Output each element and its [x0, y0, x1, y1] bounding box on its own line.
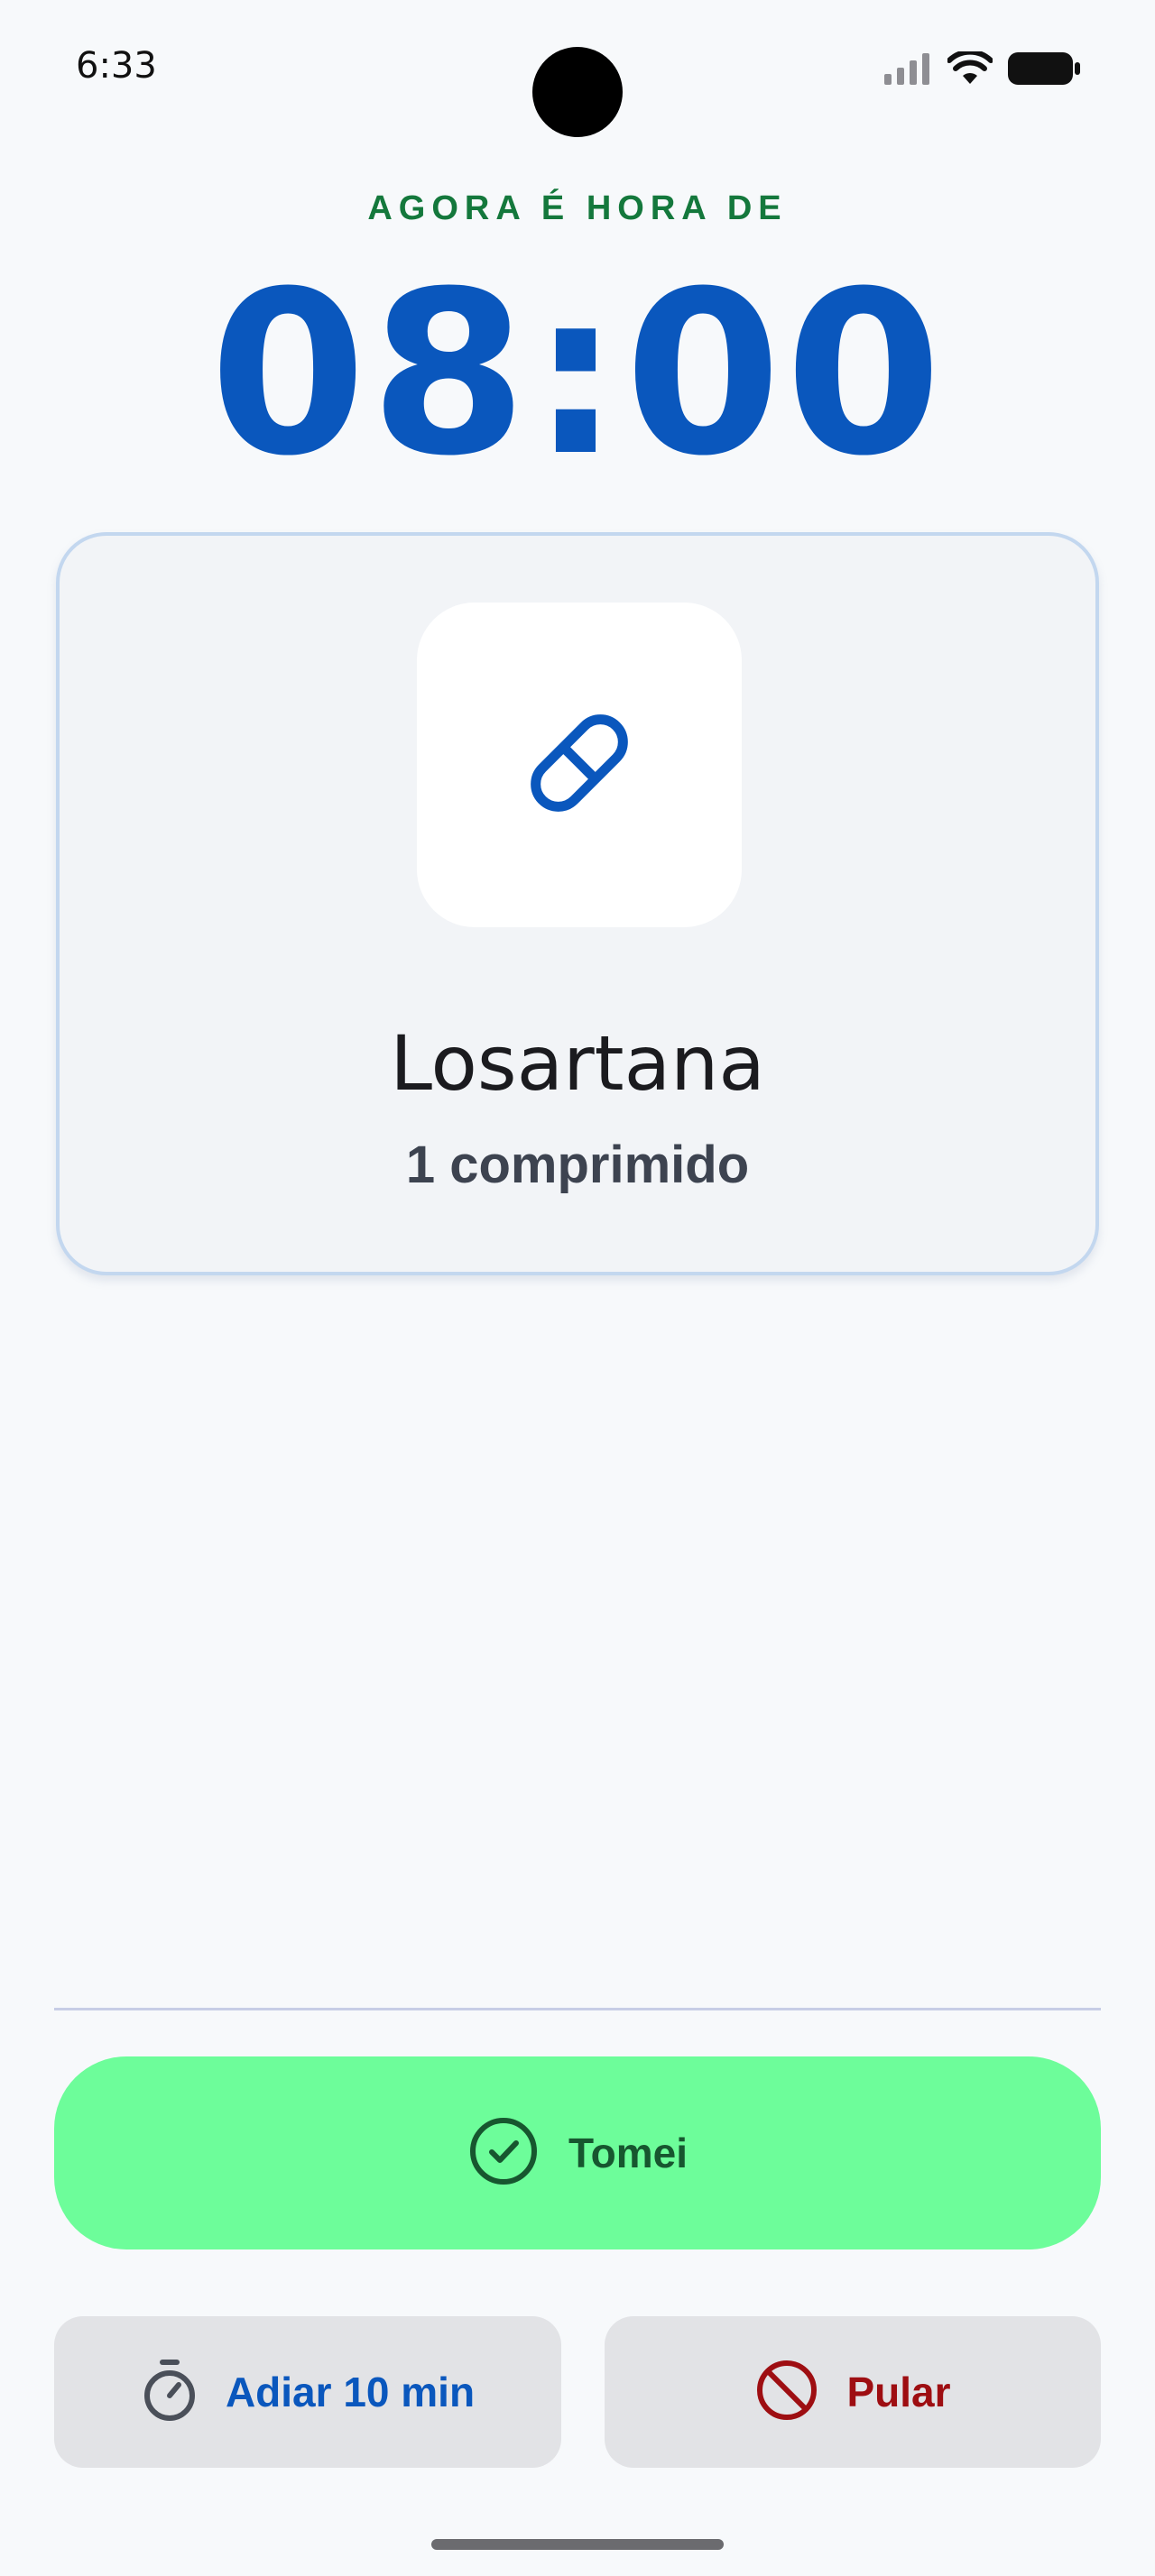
- medication-dose: 1 comprimido: [405, 1136, 750, 1194]
- medication-card: Losartana 1 comprimido: [56, 532, 1099, 1275]
- home-indicator[interactable]: [431, 2539, 724, 2550]
- now-label: AGORA É HORA DE: [367, 189, 788, 227]
- timer-icon: [141, 2358, 199, 2427]
- snooze-button-label: Adiar 10 min: [225, 2369, 476, 2415]
- snooze-button[interactable]: Adiar 10 min: [54, 2316, 561, 2468]
- pill-icon: [512, 695, 647, 835]
- pill-icon-tile: [417, 603, 742, 927]
- took-button[interactable]: Tomei: [54, 2056, 1101, 2249]
- camera-cutout: [532, 47, 623, 137]
- status-icons: [882, 49, 1081, 91]
- medication-reminder-screen: 6:33 AGORA É HORA DE 08:00 Losartana 1 c…: [0, 0, 1155, 2576]
- battery-icon: [1007, 51, 1081, 91]
- status-bar: 6:33: [0, 0, 1155, 137]
- divider: [54, 2008, 1101, 2010]
- dose-time: 08:00: [209, 243, 946, 505]
- medication-name: Losartana: [390, 1019, 765, 1108]
- wifi-icon: [947, 49, 993, 90]
- took-button-label: Tomei: [568, 2130, 688, 2176]
- skip-button[interactable]: Pular: [605, 2316, 1101, 2468]
- check-circle-icon: [467, 2115, 540, 2192]
- skip-button-label: Pular: [846, 2369, 951, 2415]
- status-time: 6:33: [76, 45, 157, 87]
- block-icon: [754, 2358, 819, 2427]
- signal-icon: [882, 52, 933, 89]
